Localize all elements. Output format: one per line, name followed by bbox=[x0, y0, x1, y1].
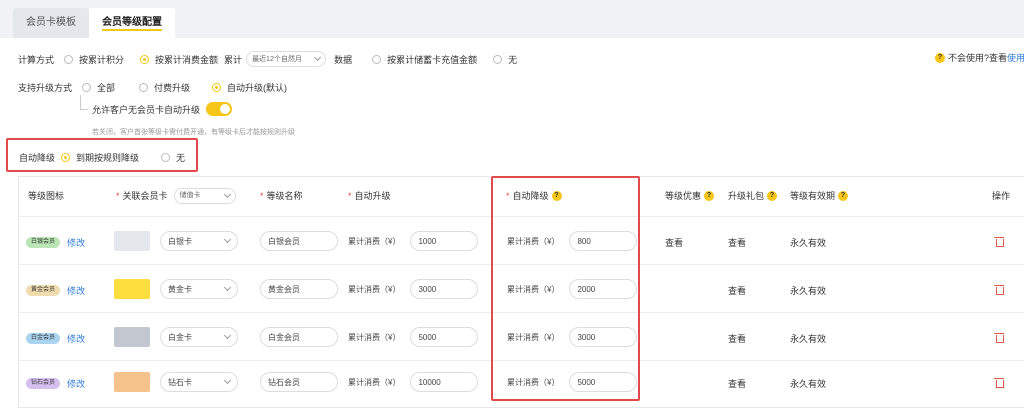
calc-method-row: 计算方式 按累计积分 按累计消费金额 累计 最近12个自然月 数据 按累计储蓄卡… bbox=[18, 51, 533, 67]
trash-icon[interactable] bbox=[994, 284, 1004, 295]
col-header-auto-upgrade: * 自动升级 bbox=[348, 191, 391, 201]
edit-badge-link[interactable]: 修改 bbox=[67, 284, 85, 297]
level-badge: 钻石会员 bbox=[26, 377, 60, 389]
allow-auto-upgrade-toggle[interactable] bbox=[206, 102, 233, 116]
auto-upgrade-input[interactable]: 1000 bbox=[410, 231, 479, 251]
col-header-card: * 关联会员卡 储值卡 bbox=[116, 176, 244, 216]
tree-connector bbox=[80, 95, 88, 110]
radio-downgrade-expire[interactable]: 到期按规则降级 bbox=[61, 151, 139, 164]
downgrade-label: 自动降级 bbox=[19, 153, 56, 163]
downgrade-row: 自动降级 到期按规则降级 无 bbox=[19, 151, 201, 164]
gift-view-link[interactable]: 查看 bbox=[728, 332, 746, 345]
table-row: 白金会员 修改 bbox=[26, 328, 85, 348]
auto-downgrade-input[interactable]: 5000 bbox=[569, 372, 638, 392]
card-select[interactable]: 钻石卡 bbox=[160, 372, 238, 392]
auto-upgrade-input[interactable]: 5000 bbox=[410, 327, 479, 347]
period-select[interactable]: 最近12个自然月 bbox=[246, 51, 327, 67]
edit-badge-link[interactable]: 修改 bbox=[67, 332, 85, 345]
level-name-input[interactable]: 钻石会员 bbox=[260, 372, 338, 392]
card-select[interactable]: 白金卡 bbox=[160, 327, 238, 347]
trash-icon[interactable] bbox=[994, 236, 1004, 247]
card-swatch bbox=[114, 372, 150, 392]
level-name-input[interactable]: 白银会员 bbox=[260, 231, 338, 251]
table-row: 黄金会员 修改 bbox=[26, 280, 85, 300]
level-badge: 白金会员 bbox=[26, 332, 60, 344]
level-badge: 白银会员 bbox=[26, 236, 60, 248]
divider bbox=[18, 360, 1024, 361]
help-link[interactable]: 使用手 bbox=[1007, 51, 1024, 64]
chevron-down-icon bbox=[223, 331, 232, 340]
chevron-down-icon bbox=[223, 376, 232, 385]
level-badge: 黄金会员 bbox=[26, 284, 60, 296]
gift-view-link[interactable]: 查看 bbox=[728, 236, 746, 249]
calc-method-label: 计算方式 bbox=[18, 54, 55, 65]
col-header-validity: 等级有效期? bbox=[790, 176, 851, 216]
divider bbox=[18, 216, 1024, 217]
validity-text: 永久有效 bbox=[790, 379, 827, 389]
help-row: ? 不会使用?查看 使用手 bbox=[932, 51, 1024, 64]
col-header-ops: 操作 bbox=[992, 191, 1011, 201]
radio-by-recharge[interactable]: 按累计储蓄卡充值金额 bbox=[372, 53, 477, 66]
auto-downgrade-input[interactable]: 800 bbox=[569, 231, 638, 251]
col-header-icon: 等级图标 bbox=[28, 191, 65, 201]
allow-auto-upgrade-label: 允许客户无会员卡自动升级 bbox=[92, 104, 201, 115]
cumulative-label: 累计 bbox=[224, 54, 243, 65]
col-header-auto-downgrade: * 自动降级? bbox=[506, 176, 565, 216]
question-icon: ? bbox=[838, 191, 849, 201]
data-label: 数据 bbox=[334, 54, 353, 65]
validity-text: 永久有效 bbox=[790, 238, 827, 248]
question-icon: ? bbox=[935, 52, 945, 63]
auto-upgrade-input[interactable]: 3000 bbox=[410, 279, 479, 299]
validity-text: 永久有效 bbox=[790, 334, 827, 344]
col-header-gift: 升级礼包? bbox=[728, 176, 780, 216]
card-swatch bbox=[114, 231, 150, 251]
card-swatch bbox=[114, 279, 150, 299]
card-swatch bbox=[114, 327, 150, 347]
tab-level-config[interactable]: 会员等级配置 bbox=[89, 8, 175, 38]
table-row: 钻石会员 修改 bbox=[26, 373, 85, 393]
gift-view-link[interactable]: 查看 bbox=[728, 284, 746, 297]
gift-view-link[interactable]: 查看 bbox=[728, 377, 746, 390]
radio-upgrade-all[interactable]: 全部 bbox=[82, 81, 115, 94]
auto-downgrade-input[interactable]: 3000 bbox=[569, 327, 638, 347]
edit-badge-link[interactable]: 修改 bbox=[67, 236, 85, 249]
question-icon: ? bbox=[704, 191, 715, 201]
table-row: 白银会员 修改 bbox=[26, 232, 85, 252]
edit-badge-link[interactable]: 修改 bbox=[67, 377, 85, 390]
validity-text: 永久有效 bbox=[790, 286, 827, 296]
upgrade-method-row: 支持升级方式 全部 付费升级 自动升级(默认) bbox=[18, 81, 303, 94]
card-select[interactable]: 黄金卡 bbox=[160, 279, 238, 299]
level-name-input[interactable]: 黄金会员 bbox=[260, 279, 338, 299]
radio-upgrade-paid[interactable]: 付费升级 bbox=[139, 81, 190, 94]
auto-downgrade-input[interactable]: 2000 bbox=[569, 279, 638, 299]
trash-icon[interactable] bbox=[994, 377, 1004, 388]
question-icon: ? bbox=[767, 191, 778, 201]
upgrade-method-label: 支持升级方式 bbox=[18, 83, 73, 93]
divider bbox=[18, 312, 1024, 313]
radio-by-spend[interactable]: 按累计消费金额 bbox=[140, 53, 218, 66]
radio-upgrade-auto[interactable]: 自动升级(默认) bbox=[212, 81, 287, 94]
question-icon: ? bbox=[551, 191, 562, 201]
auto-upgrade-input[interactable]: 10000 bbox=[410, 372, 479, 392]
radio-by-points[interactable]: 按累计积分 bbox=[64, 53, 124, 66]
chevron-down-icon bbox=[314, 53, 322, 62]
benefit-view-link[interactable]: 查看 bbox=[665, 236, 683, 249]
radio-none[interactable]: 无 bbox=[493, 53, 517, 66]
trash-icon[interactable] bbox=[994, 332, 1004, 343]
tab-bar: 会员卡模板 会员等级配置 bbox=[0, 0, 1024, 38]
allow-auto-upgrade-row: 允许客户无会员卡自动升级 bbox=[92, 102, 233, 116]
card-type-select[interactable]: 储值卡 bbox=[173, 188, 236, 204]
chevron-down-icon bbox=[223, 235, 232, 244]
tab-card-template[interactable]: 会员卡模板 bbox=[13, 8, 89, 38]
upgrade-hint: 若关闭，客户首张等级卡需付费开通，有等级卡后才能按规则升级 bbox=[92, 129, 295, 136]
chevron-down-icon bbox=[223, 190, 231, 199]
chevron-down-icon bbox=[223, 283, 232, 292]
col-header-name: * 等级名称 bbox=[260, 191, 303, 201]
card-select[interactable]: 白银卡 bbox=[160, 231, 238, 251]
col-header-benefit: 等级优惠? bbox=[665, 176, 717, 216]
level-name-input[interactable]: 白金会员 bbox=[260, 327, 338, 347]
radio-downgrade-none[interactable]: 无 bbox=[161, 151, 185, 164]
divider bbox=[18, 264, 1024, 265]
